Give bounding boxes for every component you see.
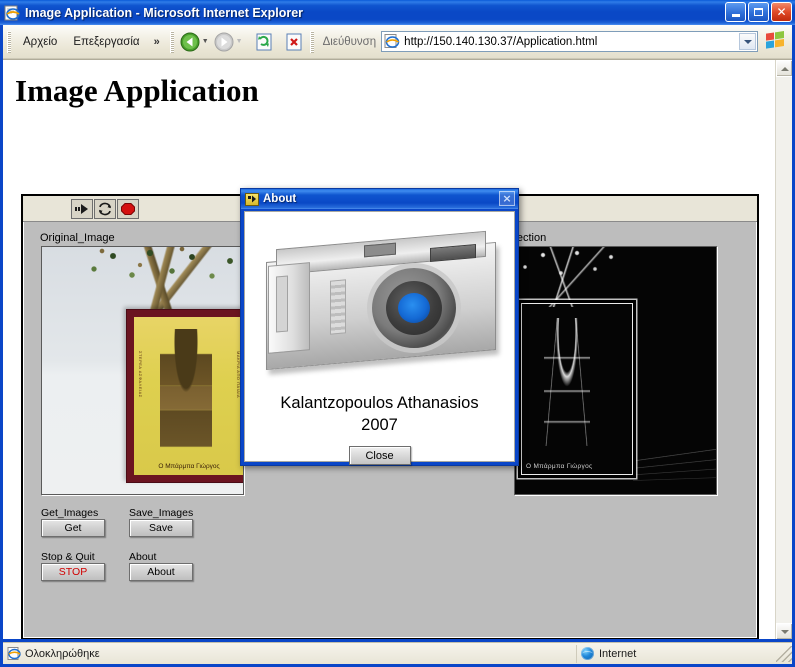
camera-lens-inner — [398, 293, 430, 323]
about-close-x-button[interactable]: × — [499, 191, 515, 206]
minimize-icon — [731, 14, 740, 17]
save-button-label: Save — [149, 522, 173, 534]
stop-button[interactable] — [282, 30, 306, 54]
chevron-up-icon — [780, 66, 789, 71]
menu-overflow-chevron-icon[interactable]: » — [148, 36, 166, 48]
minimize-button[interactable] — [725, 2, 746, 22]
sobel-caption: Ο Μπάρμπα Γιώργος — [526, 463, 593, 470]
matchbox-label: ΣΤΕΡΕΑ ΑΣΦΑΛΕΙΑΣ ΜΑΚΡΙΑ ΑΠΟ ΠΑΙΔΙΑ Ο Μπά… — [134, 317, 243, 475]
page-favicon-icon — [384, 34, 400, 49]
address-dropdown-button[interactable] — [739, 33, 756, 50]
sobel-surface-edges — [633, 436, 716, 488]
camera-side-panel — [268, 262, 310, 354]
original-image-label: Original_Image — [40, 232, 115, 244]
sobel-branch-edges — [515, 247, 619, 307]
sobel-figure-edges — [544, 318, 590, 446]
browser-toolbar-row: Αρχείο Επεξεργασία » ▼ ▼ Διεύθυνση http:… — [3, 25, 792, 59]
back-button[interactable] — [178, 30, 202, 54]
menubar-grip[interactable] — [7, 30, 11, 53]
refresh-button[interactable] — [252, 30, 276, 54]
save-images-label: Save_Images — [129, 507, 194, 519]
camera-lens-mid — [386, 281, 442, 335]
window-titlebar: Image Application - Microsoft Internet E… — [0, 0, 795, 25]
about-year: 2007 — [361, 416, 398, 434]
photo-matchbox: ΣΤΕΡΕΑ ΑΣΦΑΛΕΙΑΣ ΜΑΚΡΙΑ ΑΠΟ ΠΑΙΔΙΑ Ο Μπά… — [126, 309, 243, 483]
window-controls: ✕ — [725, 2, 792, 22]
original-image-display[interactable]: ΣΤΕΡΕΑ ΑΣΦΑΛΕΙΑΣ ΜΑΚΡΙΑ ΑΠΟ ΠΑΙΔΙΑ Ο Μπά… — [41, 246, 244, 495]
status-message-pane: Ολοκληρώθηκε — [3, 645, 576, 663]
sobel-matchbox-edges: Ο Μπάρμπα Γιώργος — [521, 303, 633, 475]
about-dialog[interactable]: About × Kalantzopoulos Athanasios 2007 C… — [240, 188, 519, 466]
about-dialog-titlebar[interactable]: About × — [241, 189, 518, 209]
windows-flag-logo — [763, 30, 789, 54]
chevron-down-icon — [780, 629, 789, 634]
scroll-up-button[interactable] — [776, 60, 792, 77]
about-close-button-label: Close — [365, 449, 394, 462]
run-button[interactable] — [71, 198, 93, 219]
forward-button[interactable] — [212, 30, 236, 54]
browser-window: Image Application - Microsoft Internet E… — [0, 0, 795, 667]
window-title: Image Application - Microsoft Internet E… — [25, 5, 304, 20]
camera-grip — [330, 279, 346, 335]
maximize-button[interactable] — [748, 2, 769, 22]
ie-document-icon — [4, 5, 20, 21]
matchbox-caption: Ο Μπάρμπα Γιώργος — [158, 463, 220, 470]
toolbar-grip[interactable] — [169, 30, 174, 53]
camera-side-bar — [276, 275, 288, 333]
globe-icon — [581, 647, 594, 660]
maximize-icon — [754, 8, 763, 16]
menu-item-file[interactable]: Αρχείο — [15, 34, 65, 50]
camera-lens — [372, 268, 456, 348]
abort-execution-button[interactable] — [117, 198, 139, 219]
about-dialog-body: Kalantzopoulos Athanasios 2007 Close — [244, 211, 515, 465]
photo-branch-decoration — [80, 247, 243, 315]
about-button[interactable]: About — [129, 563, 193, 581]
get-images-label: Get_Images — [41, 507, 99, 519]
stop-quit-label: Stop & Quit — [41, 551, 95, 563]
close-icon: × — [502, 192, 512, 205]
page-title: Image Application — [15, 73, 259, 108]
get-button-label: Get — [64, 522, 82, 534]
digital-camera-icon — [258, 230, 510, 382]
status-message: Ολοκληρώθηκε — [25, 647, 100, 660]
menu-item-edit[interactable]: Επεξεργασία — [65, 34, 147, 50]
about-label: About — [129, 551, 157, 563]
matchbox-figure — [160, 329, 212, 451]
forward-dropdown-caret-icon: ▼ — [235, 38, 243, 45]
stop-button[interactable]: STOP — [41, 563, 105, 581]
security-zone-pane[interactable]: Internet — [576, 644, 776, 663]
address-input[interactable]: http://150.140.130.37/Application.html — [404, 36, 597, 48]
resize-grip[interactable] — [776, 645, 792, 662]
labview-vi-icon — [245, 192, 259, 206]
addressbar-grip[interactable] — [309, 30, 314, 53]
about-author-name: Kalantzopoulos Athanasios — [280, 394, 479, 412]
ie-document-icon — [7, 646, 21, 661]
about-close-button[interactable]: Close — [348, 446, 411, 465]
vertical-scrollbar[interactable] — [775, 60, 792, 639]
status-bar: Ολοκληρώθηκε Internet — [3, 642, 792, 664]
scroll-down-button[interactable] — [776, 623, 792, 639]
back-dropdown-caret-icon[interactable]: ▼ — [202, 38, 209, 45]
close-icon: ✕ — [776, 5, 787, 19]
matchbox-side-text-left: ΣΤΕΡΕΑ ΑΣΦΑΛΕΙΑΣ — [138, 351, 143, 398]
security-zone-label: Internet — [599, 647, 637, 660]
run-continuously-button[interactable] — [94, 198, 116, 219]
about-button-label: About — [147, 566, 175, 578]
get-button[interactable]: Get — [41, 519, 105, 537]
chevron-down-icon — [743, 39, 752, 44]
sobel-image-display[interactable]: Ο Μπάρμπα Γιώργος — [514, 246, 717, 495]
stop-button-label: STOP — [58, 566, 88, 578]
address-bar[interactable]: http://150.140.130.37/Application.html — [381, 31, 758, 52]
address-label: Διεύθυνση — [322, 35, 377, 48]
close-button[interactable]: ✕ — [771, 2, 792, 22]
save-button[interactable]: Save — [129, 519, 193, 537]
about-dialog-title: About — [263, 193, 297, 205]
